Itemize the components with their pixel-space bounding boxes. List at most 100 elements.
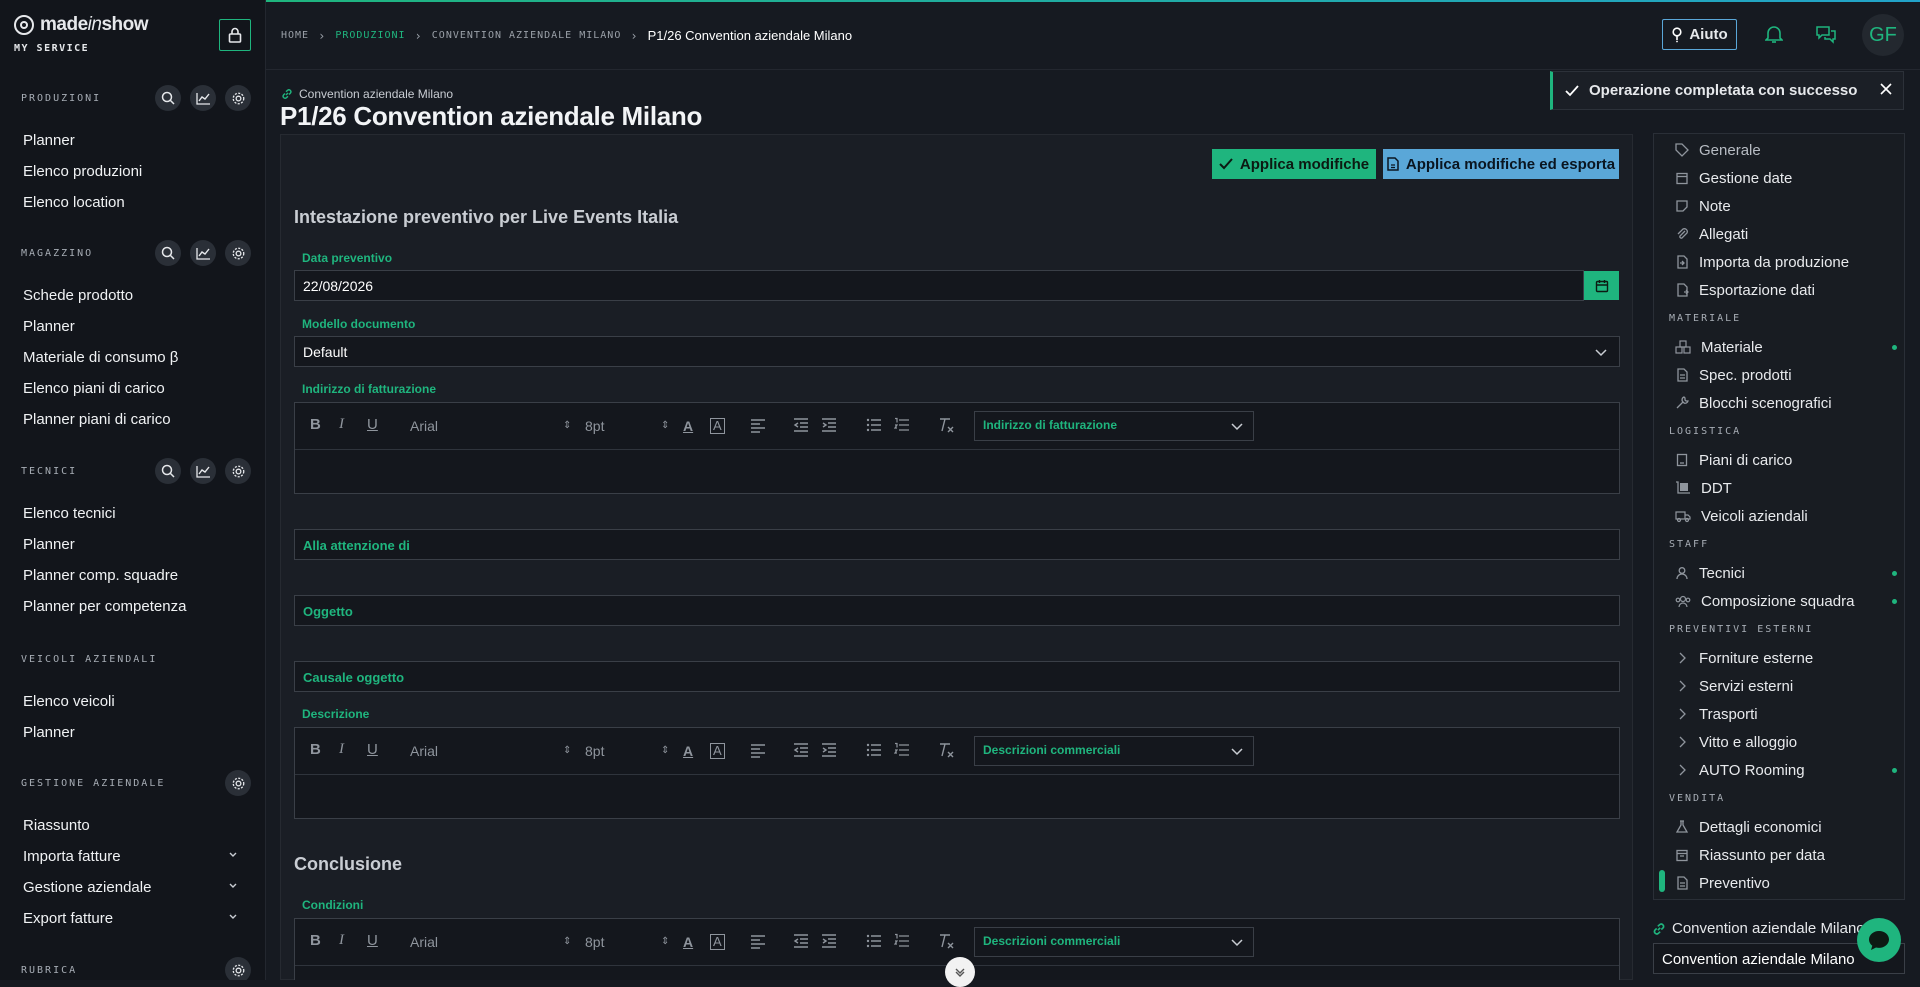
attention-field[interactable]: Alla attenzione di: [294, 529, 1620, 560]
rnav-item-piani-carico[interactable]: Piani di carico: [1675, 449, 1792, 471]
sidebar-item-gestione-aziendale[interactable]: Gestione aziendale: [0, 872, 265, 903]
template-select[interactable]: Indirizzo di fatturazione: [974, 411, 1254, 441]
align-left-icon[interactable]: [750, 933, 766, 949]
rnav-item-ddt[interactable]: DDT: [1675, 477, 1732, 499]
subject-field[interactable]: Oggetto: [294, 595, 1620, 626]
sidebar-item-export-fatture[interactable]: Export fatture: [0, 903, 265, 934]
bell-icon[interactable]: [1765, 24, 1783, 44]
gear-icon[interactable]: [225, 85, 251, 111]
highlight-icon[interactable]: A: [710, 418, 725, 434]
rnav-item-materiale[interactable]: Materiale: [1675, 336, 1763, 358]
text-color-icon[interactable]: A: [683, 418, 693, 434]
brand-logo[interactable]: madeinshow: [14, 14, 148, 36]
breadcrumb-home[interactable]: HOME: [281, 30, 309, 41]
sidebar-item-planner-comp-squadre[interactable]: Planner comp. squadre: [0, 560, 265, 591]
numbered-list-icon[interactable]: [894, 417, 910, 433]
rnav-item-generale[interactable]: Generale: [1675, 139, 1761, 161]
outdent-icon[interactable]: [793, 742, 809, 758]
align-left-icon[interactable]: [750, 742, 766, 758]
rnav-item-allegati[interactable]: Allegati: [1675, 223, 1748, 245]
text-color-icon[interactable]: A: [683, 934, 693, 950]
chart-icon[interactable]: [190, 458, 216, 484]
sidebar-item-planner-competenza[interactable]: Planner per competenza: [0, 591, 265, 622]
rnav-item-forniture[interactable]: Forniture esterne: [1675, 647, 1813, 669]
rnav-item-blocchi[interactable]: Blocchi scenografici: [1675, 392, 1832, 414]
rnav-item-spec-prodotti[interactable]: Spec. prodotti: [1675, 364, 1792, 386]
indent-icon[interactable]: [821, 417, 837, 433]
breadcrumb-produzioni[interactable]: PRODUZIONI: [335, 30, 405, 41]
calendar-button[interactable]: [1584, 271, 1619, 300]
sidebar-item-piani-carico[interactable]: Elenco piani di carico: [0, 373, 265, 404]
chart-icon[interactable]: [190, 240, 216, 266]
font-family-select[interactable]: Arial: [410, 418, 438, 434]
clear-format-icon[interactable]: [938, 742, 954, 758]
rnav-item-gestione-date[interactable]: Gestione date: [1675, 167, 1792, 189]
align-left-icon[interactable]: [750, 417, 766, 433]
search-icon[interactable]: [155, 240, 181, 266]
rnav-item-auto-rooming[interactable]: AUTO Rooming: [1675, 759, 1805, 781]
breadcrumb-convention[interactable]: CONVENTION AZIENDALE MILANO: [432, 30, 622, 41]
sidebar-item-planner-piani-carico[interactable]: Planner piani di carico: [0, 404, 265, 435]
apply-button[interactable]: Applica modifiche: [1212, 149, 1376, 179]
help-button[interactable]: Aiuto: [1662, 19, 1737, 50]
rnav-item-servizi[interactable]: Servizi esterni: [1675, 675, 1793, 697]
rnav-item-composizione[interactable]: Composizione squadra: [1675, 590, 1854, 612]
font-size-select[interactable]: 8pt: [585, 418, 604, 434]
search-icon[interactable]: [155, 85, 181, 111]
gear-icon[interactable]: [225, 957, 251, 980]
clear-format-icon[interactable]: [938, 417, 954, 433]
sidebar-item-elenco-tecnici[interactable]: Elenco tecnici: [0, 498, 265, 529]
template-select[interactable]: Descrizioni commerciali: [974, 736, 1254, 766]
apply-export-button[interactable]: Applica modifiche ed esporta: [1383, 149, 1619, 179]
numbered-list-icon[interactable]: [894, 933, 910, 949]
gear-icon[interactable]: [225, 458, 251, 484]
bold-icon[interactable]: B: [310, 416, 321, 433]
search-icon[interactable]: [155, 458, 181, 484]
underline-icon[interactable]: U: [367, 932, 378, 949]
bullet-list-icon[interactable]: [866, 742, 882, 758]
numbered-list-icon[interactable]: [894, 742, 910, 758]
rnav-item-trasporti[interactable]: Trasporti: [1675, 703, 1758, 725]
font-family-select[interactable]: Arial: [410, 743, 438, 759]
chart-icon[interactable]: [190, 85, 216, 111]
sidebar-item-importa-fatture[interactable]: Importa fatture: [0, 841, 265, 872]
rnav-item-vitto[interactable]: Vitto e alloggio: [1675, 731, 1797, 753]
rnav-item-importa[interactable]: Importa da produzione: [1675, 251, 1849, 273]
sidebar-item-planner[interactable]: Planner: [0, 311, 265, 342]
highlight-icon[interactable]: A: [710, 934, 725, 950]
production-link[interactable]: Convention aziendale Milano: [281, 87, 453, 101]
bullet-list-icon[interactable]: [866, 933, 882, 949]
rnav-item-veicoli[interactable]: Veicoli aziendali: [1675, 505, 1808, 527]
underline-icon[interactable]: U: [367, 741, 378, 758]
chat-icon[interactable]: [1815, 24, 1837, 44]
sidebar-item-elenco-location[interactable]: Elenco location: [0, 187, 265, 218]
sidebar-item-planner[interactable]: Planner: [0, 529, 265, 560]
rnav-item-tecnici[interactable]: Tecnici: [1675, 562, 1745, 584]
scroll-down-button[interactable]: [945, 957, 975, 987]
italic-icon[interactable]: I: [339, 416, 344, 433]
sidebar-item-riassunto[interactable]: Riassunto: [0, 810, 265, 841]
sidebar-item-schede-prodotto[interactable]: Schede prodotto: [0, 280, 265, 311]
italic-icon[interactable]: I: [339, 932, 344, 949]
subject-reason-field[interactable]: Causale oggetto: [294, 661, 1620, 692]
billing-editor[interactable]: B I U Arial ⇕ 8pt ⇕ A A Indirizzo di fat…: [294, 402, 1620, 494]
text-color-icon[interactable]: A: [683, 743, 693, 759]
avatar[interactable]: GF: [1862, 14, 1904, 56]
outdent-icon[interactable]: [793, 417, 809, 433]
highlight-icon[interactable]: A: [710, 743, 725, 759]
support-chat-button[interactable]: [1857, 918, 1901, 962]
indent-icon[interactable]: [821, 742, 837, 758]
sidebar-item-planner[interactable]: Planner: [0, 125, 265, 156]
rnav-item-riassunto-data[interactable]: Riassunto per data: [1675, 844, 1825, 866]
gear-icon[interactable]: [225, 240, 251, 266]
template-select[interactable]: Descrizioni commerciali: [974, 927, 1254, 957]
bold-icon[interactable]: B: [310, 741, 321, 758]
rnav-item-dettagli-economici[interactable]: Dettagli economici: [1675, 816, 1822, 838]
production-link-bottom[interactable]: Convention aziendale Milano: [1652, 920, 1865, 937]
rnav-item-note[interactable]: Note: [1675, 195, 1731, 217]
bullet-list-icon[interactable]: [866, 417, 882, 433]
rnav-item-preventivo[interactable]: Preventivo: [1675, 872, 1770, 894]
italic-icon[interactable]: I: [339, 741, 344, 758]
font-size-select[interactable]: 8pt: [585, 743, 604, 759]
underline-icon[interactable]: U: [367, 416, 378, 433]
